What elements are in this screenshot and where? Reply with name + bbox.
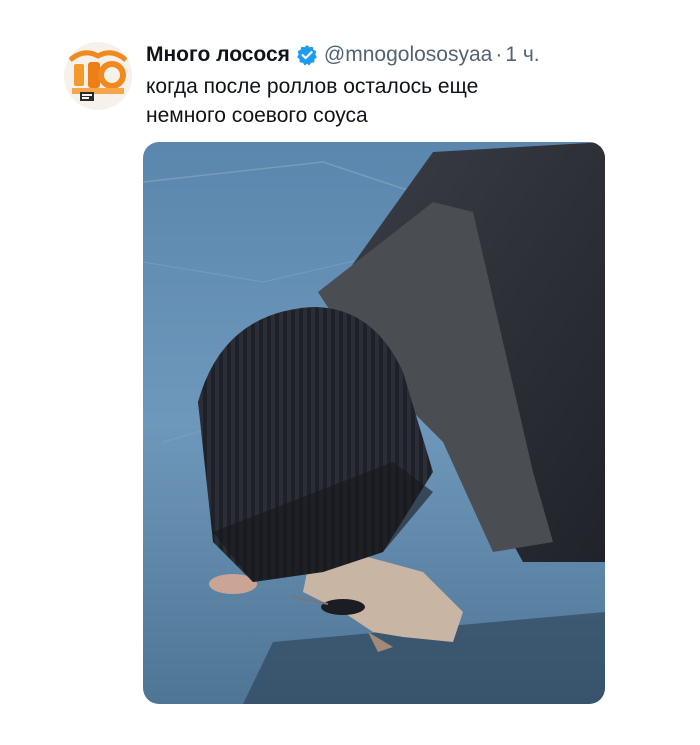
header-separator: · <box>495 43 503 66</box>
photo-man-licking-ice-icon <box>143 142 605 704</box>
tweet-text-line: когда после роллов осталось еще <box>146 75 479 98</box>
author-display-name[interactable]: Много лосося <box>146 42 290 68</box>
tweet-media-photo[interactable] <box>143 142 605 704</box>
author-avatar[interactable] <box>64 42 132 110</box>
tweet-text-line: немного соевого соуса <box>146 104 368 127</box>
verified-badge-icon <box>296 44 318 66</box>
tweet-header: Много лосося @mnogolososyaa · 1 ч. <box>146 42 540 68</box>
salmon-logo-avatar-icon <box>64 42 132 110</box>
author-handle[interactable]: @mnogolososyaa <box>324 42 492 68</box>
tweet-text: когда после роллов осталось еще немного … <box>146 72 616 130</box>
tweet-timestamp[interactable]: 1 ч. <box>505 42 539 68</box>
tweet: Много лосося @mnogolososyaa · 1 ч. когда… <box>0 0 700 745</box>
